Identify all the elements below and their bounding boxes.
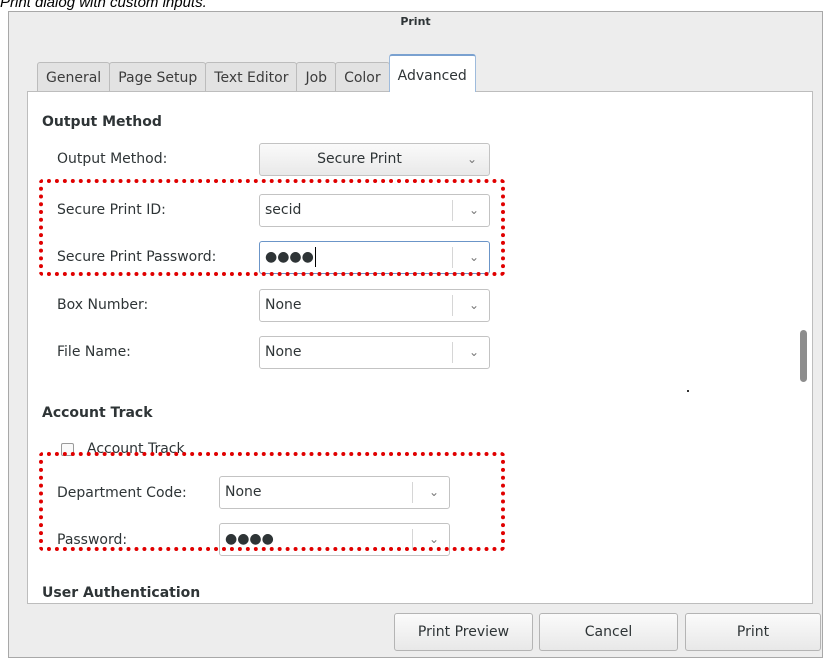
- chevron-down-icon[interactable]: ⌄: [469, 337, 479, 368]
- chevron-down-icon[interactable]: ⌄: [469, 290, 479, 321]
- account-track-highlight: [39, 452, 505, 551]
- box-number-combo[interactable]: None ⌄: [259, 289, 490, 322]
- box-number-value: None: [265, 297, 302, 313]
- tab-page-setup[interactable]: Page Setup: [109, 62, 207, 92]
- output-method-select[interactable]: Secure Print ⌄: [259, 143, 490, 176]
- file-name-value: None: [265, 344, 302, 360]
- box-number-label: Box Number:: [57, 297, 149, 313]
- cancel-button[interactable]: Cancel: [539, 613, 678, 651]
- output-method-value: Secure Print: [317, 151, 402, 167]
- file-name-label: File Name:: [57, 344, 131, 360]
- tab-job[interactable]: Job: [296, 62, 337, 92]
- dialog-title: Print: [400, 15, 431, 28]
- stray-dot: [687, 390, 689, 392]
- user-authentication-heading: User Authentication: [42, 585, 201, 601]
- file-name-combo[interactable]: None ⌄: [259, 336, 490, 369]
- output-method-label: Output Method:: [57, 151, 168, 167]
- account-track-heading: Account Track: [42, 405, 153, 421]
- tab-bar: General Page Setup Text Editor Job Color…: [37, 54, 476, 92]
- tab-general[interactable]: General: [37, 62, 111, 92]
- scrollbar[interactable]: [800, 92, 808, 603]
- secure-print-highlight: [39, 179, 505, 276]
- tab-advanced[interactable]: Advanced: [388, 54, 476, 92]
- print-button[interactable]: Print: [685, 613, 821, 651]
- tab-color[interactable]: Color: [335, 62, 390, 92]
- print-preview-button[interactable]: Print Preview: [394, 613, 533, 651]
- print-dialog: Print General Page Setup Text Editor Job…: [8, 11, 823, 658]
- scrollbar-thumb[interactable]: [800, 330, 807, 382]
- chevron-down-icon: ⌄: [466, 152, 477, 166]
- tab-text-editor[interactable]: Text Editor: [205, 62, 298, 92]
- figure-caption: Print dialog with custom inputs.: [0, 0, 207, 11]
- output-method-heading: Output Method: [42, 114, 162, 130]
